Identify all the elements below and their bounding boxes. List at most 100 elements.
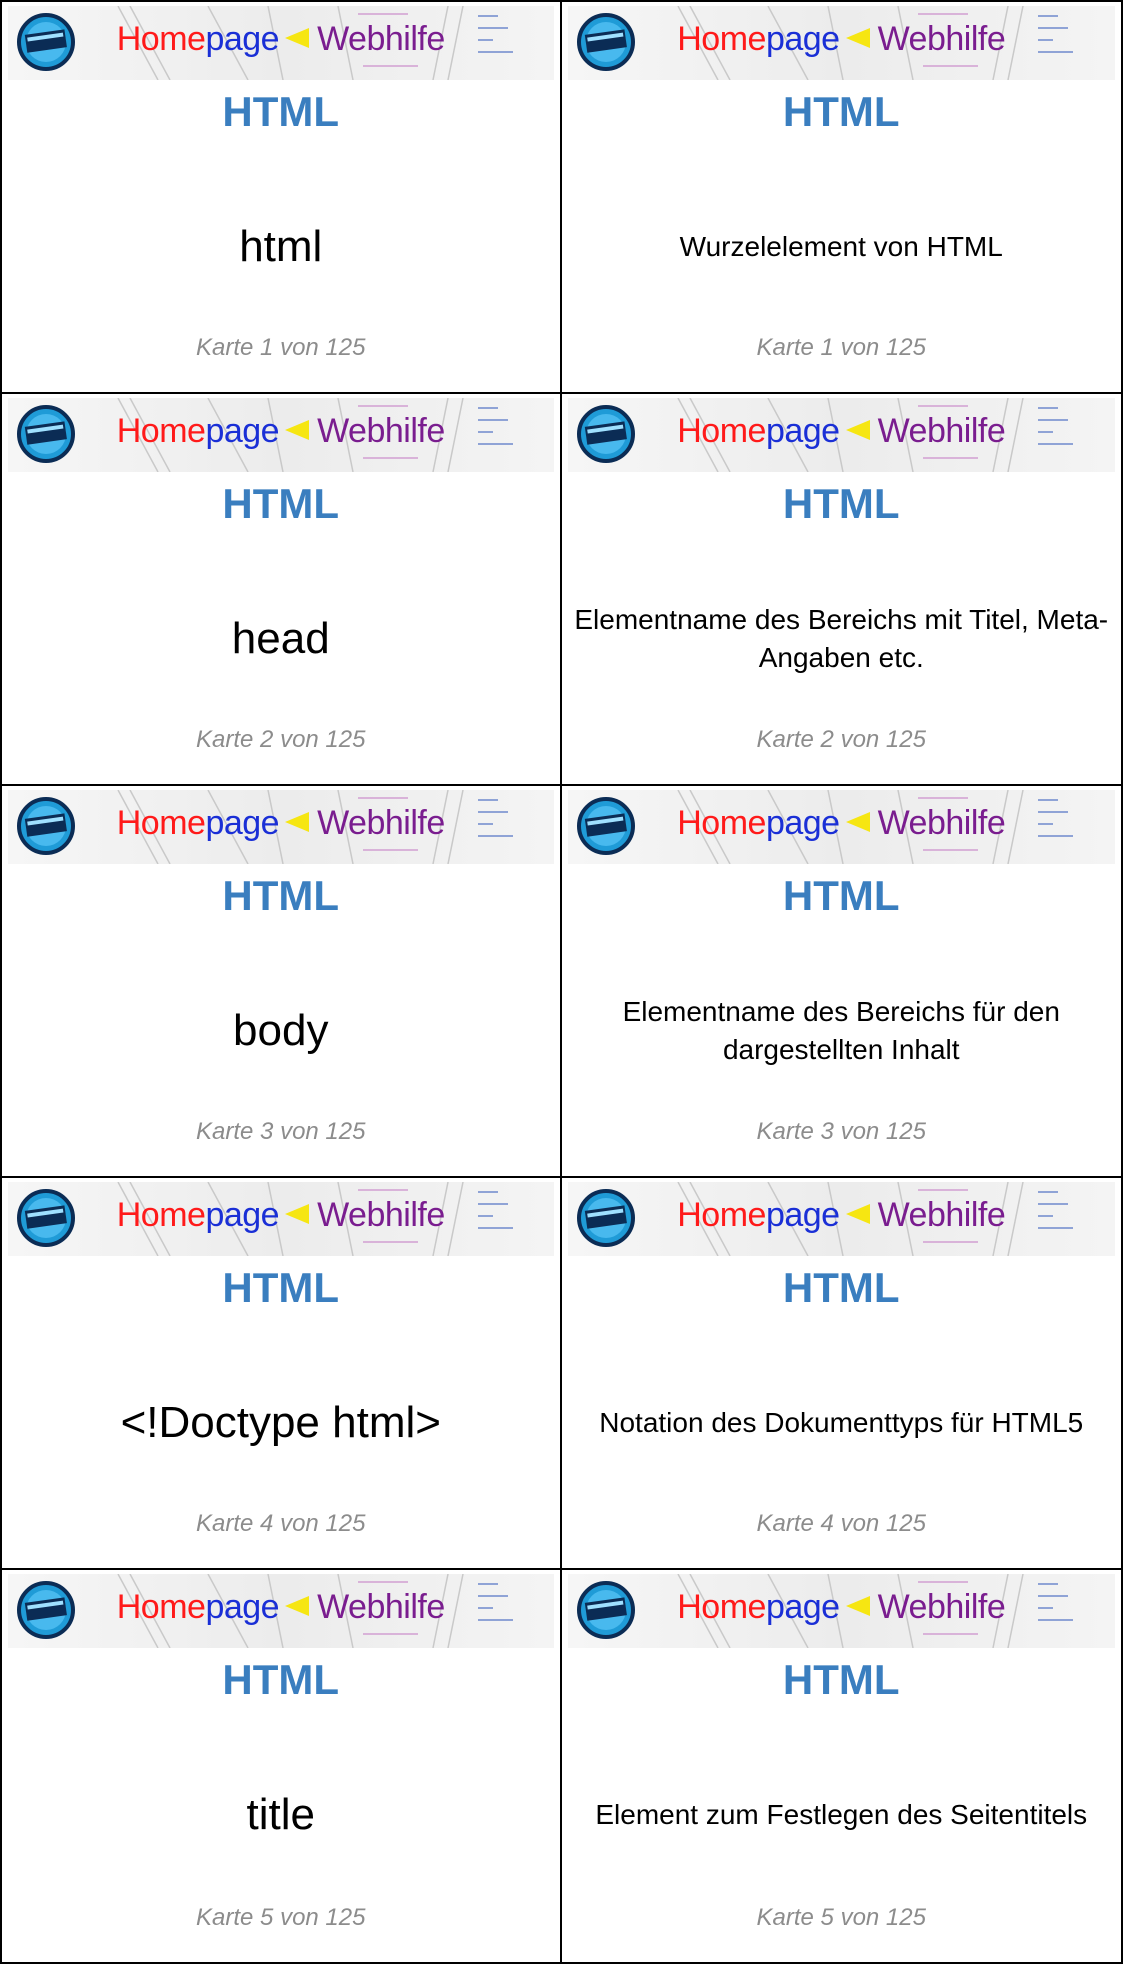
card-term: html [239, 222, 323, 271]
card-number: Karte 2 von 125 [756, 726, 926, 753]
card-number: Karte 5 von 125 [756, 1904, 926, 1931]
banner-title-home: Home [116, 1196, 206, 1234]
card-content: title [12, 1720, 550, 1910]
banner-title-webhilfe: Webhilfe [317, 412, 445, 450]
banner-title-webhilfe: Webhilfe [317, 1196, 445, 1234]
banner-title-page: page [205, 1588, 280, 1626]
card-term: body [233, 1006, 329, 1055]
card-number: Karte 3 von 125 [756, 1118, 926, 1145]
homepage-webhilfe-banner: Homepage Webhilfe [8, 398, 554, 472]
banner-title-page: page [765, 20, 840, 58]
banner-title: Homepage Webhilfe [568, 1588, 1116, 1627]
banner-title-webhilfe: Webhilfe [877, 1196, 1006, 1234]
banner-title: Homepage Webhilfe [8, 804, 554, 843]
banner-title-home: Home [677, 1196, 766, 1234]
card-content: Element zum Festlegen des Seitentitels [572, 1720, 1112, 1910]
homepage-webhilfe-banner: Homepage Webhilfe [8, 1574, 554, 1648]
card-topic: HTML [222, 1656, 340, 1703]
arrow-icon [845, 28, 870, 48]
banner-title-home: Home [677, 412, 766, 450]
arrow-icon [845, 1204, 870, 1224]
flashcard-back: Homepage Webhilfe HTML Notation des Dokum… [561, 1178, 1121, 1570]
banner-title-home: Home [116, 804, 206, 842]
card-definition: Elementname des Bereichs für den dargest… [622, 996, 1060, 1065]
flashcard-front: Homepage Webhilfe HTML body Karte 3 von 1… [2, 786, 562, 1178]
card-term: title [246, 1790, 315, 1839]
card-topic: HTML [222, 1264, 340, 1311]
flashcard-back: Homepage Webhilfe HTML Elementname des Be… [561, 394, 1121, 786]
card-definition: Notation des Dokumenttyps für HTML5 [599, 1407, 1084, 1439]
banner-title-webhilfe: Webhilfe [877, 20, 1006, 58]
card-content: Notation des Dokumenttyps für HTML5 [572, 1328, 1112, 1518]
card-definition: Element zum Festlegen des Seitentitels [595, 1799, 1088, 1831]
banner-title-page: page [205, 804, 280, 842]
card-content: Wurzelelement von HTML [572, 152, 1112, 342]
card-content: body [12, 936, 550, 1126]
card-number: Karte 4 von 125 [196, 1510, 366, 1537]
arrow-icon [845, 420, 870, 440]
banner-title-home: Home [116, 1588, 206, 1626]
card-number: Karte 3 von 125 [196, 1118, 366, 1145]
card-topic: HTML [222, 88, 340, 135]
banner-title-page: page [205, 412, 280, 450]
banner-title: Homepage Webhilfe [568, 412, 1116, 451]
homepage-webhilfe-banner: Homepage Webhilfe [567, 6, 1116, 80]
banner-title: Homepage Webhilfe [8, 412, 554, 451]
card-content: head [12, 544, 550, 734]
banner-title-webhilfe: Webhilfe [877, 412, 1006, 450]
banner-title-home: Home [677, 804, 766, 842]
card-topic: HTML [782, 872, 900, 919]
banner-title-webhilfe: Webhilfe [317, 20, 445, 58]
banner-title-page: page [765, 1588, 840, 1626]
card-content: Elementname des Bereichs mit Titel, Meta… [572, 544, 1112, 734]
arrow-icon [285, 420, 310, 440]
homepage-webhilfe-banner: Homepage Webhilfe [567, 1574, 1116, 1648]
card-content: Elementname des Bereichs für den dargest… [572, 936, 1112, 1126]
card-number: Karte 1 von 125 [196, 334, 366, 361]
flashcard-sheet: Homepage Webhilfe HTML html Karte 1 von 1… [0, 0, 1123, 1964]
flashcard-back: Homepage Webhilfe HTML Wurzelelement von … [561, 2, 1121, 394]
homepage-webhilfe-banner: Homepage Webhilfe [8, 790, 554, 864]
banner-title-home: Home [677, 1588, 766, 1626]
card-definition: Elementname des Bereichs mit Titel, Meta… [574, 604, 1109, 673]
arrow-icon [285, 1596, 310, 1616]
card-topic: HTML [782, 480, 900, 527]
card-definition: Wurzelelement von HTML [679, 231, 1003, 263]
homepage-webhilfe-banner: Homepage Webhilfe [567, 1182, 1116, 1256]
homepage-webhilfe-banner: Homepage Webhilfe [8, 1182, 554, 1256]
flashcard-front: Homepage Webhilfe HTML head Karte 2 von 1… [2, 394, 562, 786]
banner-title-home: Home [677, 20, 766, 58]
banner-title-page: page [765, 412, 840, 450]
homepage-webhilfe-banner: Homepage Webhilfe [8, 6, 554, 80]
homepage-webhilfe-banner: Homepage Webhilfe [567, 790, 1115, 864]
banner-title-webhilfe: Webhilfe [877, 1588, 1006, 1626]
card-number: Karte 5 von 125 [196, 1904, 366, 1931]
arrow-icon [845, 1596, 870, 1616]
flashcard-front: Homepage Webhilfe HTML <!Doctype html> Ka… [2, 1178, 562, 1570]
card-content: html [12, 152, 550, 342]
flashcard-back: Homepage Webhilfe HTML Elementname des Be… [561, 786, 1121, 1178]
banner-title-webhilfe: Webhilfe [317, 804, 445, 842]
arrow-icon [285, 812, 310, 832]
card-topic: HTML [222, 872, 340, 919]
card-term: <!Doctype html> [120, 1398, 441, 1447]
card-topic: HTML [222, 480, 340, 527]
banner-title-home: Home [116, 20, 206, 58]
card-number: Karte 4 von 125 [756, 1510, 926, 1537]
flashcard-front: Homepage Webhilfe HTML html Karte 1 von 1… [2, 2, 562, 394]
card-content: <!Doctype html> [12, 1328, 550, 1518]
arrow-icon [285, 1204, 310, 1224]
homepage-webhilfe-banner: Homepage Webhilfe [567, 398, 1116, 472]
arrow-icon [285, 28, 310, 48]
banner-title: Homepage Webhilfe [8, 1196, 554, 1235]
banner-title-page: page [205, 20, 280, 58]
banner-title: Homepage Webhilfe [568, 1196, 1116, 1235]
banner-title-page: page [765, 1196, 840, 1234]
banner-title-webhilfe: Webhilfe [317, 1588, 445, 1626]
banner-title: Homepage Webhilfe [8, 1588, 554, 1627]
banner-title: Homepage Webhilfe [568, 20, 1116, 59]
card-topic: HTML [782, 1264, 900, 1311]
arrow-icon [845, 812, 870, 832]
card-number: Karte 2 von 125 [196, 726, 366, 753]
banner-title-page: page [205, 1196, 280, 1234]
